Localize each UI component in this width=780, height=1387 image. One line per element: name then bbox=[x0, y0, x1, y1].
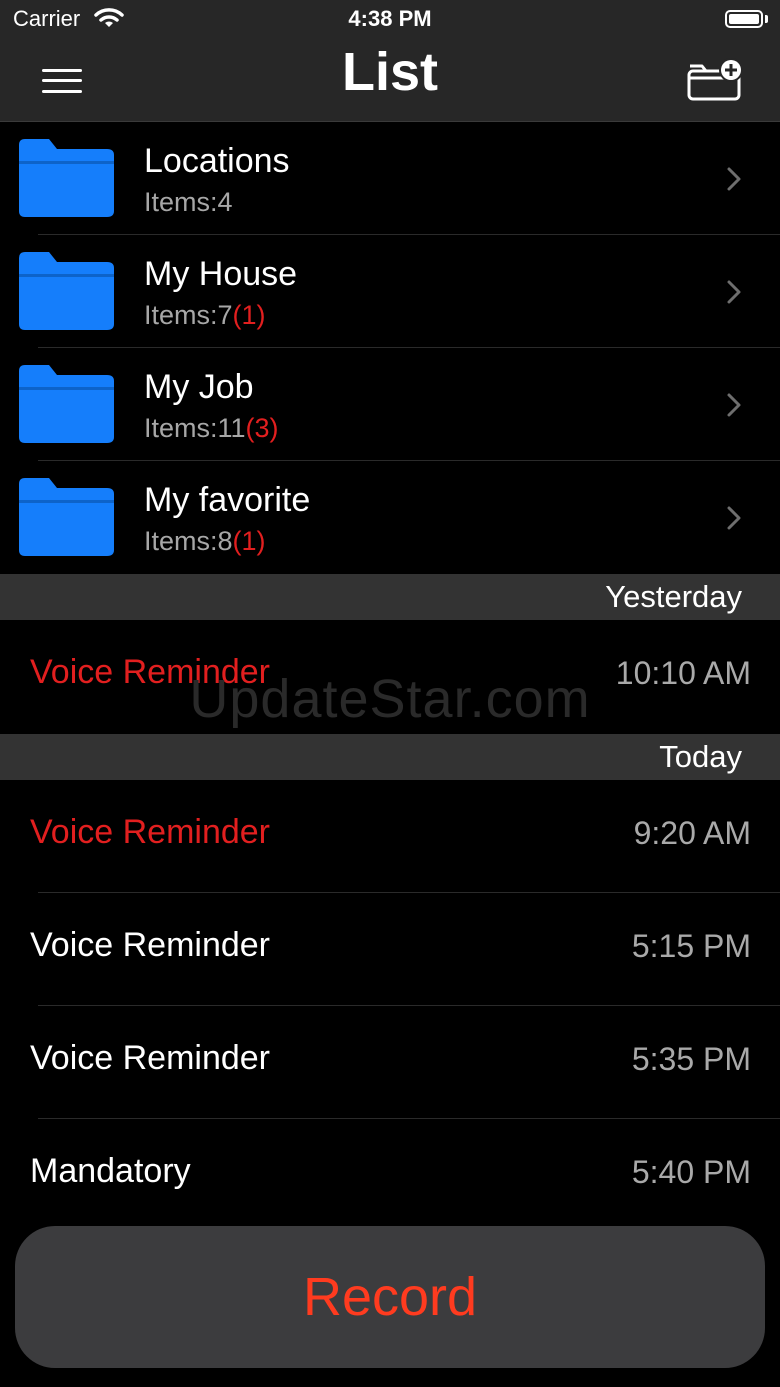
folder-row[interactable]: My favorite Items:8(1) bbox=[0, 461, 780, 574]
status-time: 4:38 PM bbox=[348, 6, 432, 31]
chevron-right-icon bbox=[725, 392, 743, 423]
reminder-time: 10:10 AM bbox=[615, 655, 751, 691]
folder-name: My House bbox=[144, 255, 298, 293]
unread-badge: (1) bbox=[232, 526, 266, 556]
menu-button[interactable] bbox=[40, 66, 86, 96]
reminder-name: Voice Reminder bbox=[30, 1039, 271, 1077]
add-folder-icon bbox=[687, 58, 743, 101]
section-title: Yesterday bbox=[605, 579, 742, 614]
reminder-time: 5:15 PM bbox=[631, 928, 751, 964]
folder-count: Items:7(1) bbox=[144, 300, 266, 330]
page-title: List bbox=[341, 42, 438, 102]
section-header-yesterday: Yesterday bbox=[0, 574, 780, 620]
reminder-name: Voice Reminder bbox=[30, 926, 271, 964]
folder-name: Locations bbox=[144, 142, 290, 180]
reminder-row[interactable]: Voice Reminder 10:10 AM bbox=[0, 620, 780, 733]
reminder-row[interactable]: Voice Reminder 5:15 PM bbox=[0, 893, 780, 1006]
record-button[interactable]: Record bbox=[15, 1226, 765, 1368]
reminder-name: Voice Reminder bbox=[30, 653, 271, 691]
folder-count: Items:4 bbox=[144, 187, 233, 217]
section-title: Today bbox=[659, 739, 742, 774]
add-folder-button[interactable] bbox=[684, 56, 744, 102]
unread-badge: (3) bbox=[245, 413, 279, 443]
reminder-name: Voice Reminder bbox=[30, 813, 271, 851]
folder-name: My Job bbox=[144, 368, 254, 406]
battery-icon bbox=[725, 10, 763, 28]
record-button-label: Record bbox=[302, 1267, 478, 1327]
section-header-today: Today bbox=[0, 734, 780, 780]
folder-list: Locations Items:4 My House Items:7(1) My… bbox=[0, 122, 780, 574]
navigation-bar: List bbox=[0, 40, 780, 122]
reminder-name: Mandatory bbox=[30, 1152, 191, 1190]
folder-icon bbox=[19, 478, 114, 561]
folder-row[interactable]: My Job Items:11(3) bbox=[0, 348, 780, 461]
folder-count: Items:11(3) bbox=[144, 413, 279, 443]
status-bar: Carrier 4:38 PM bbox=[0, 0, 780, 40]
reminder-time: 5:35 PM bbox=[631, 1041, 751, 1077]
chevron-right-icon bbox=[725, 505, 743, 536]
reminder-row[interactable]: Mandatory 5:40 PM bbox=[0, 1119, 780, 1232]
chevron-right-icon bbox=[725, 166, 743, 197]
folder-row[interactable]: Locations Items:4 bbox=[0, 122, 780, 235]
folder-count: Items:8(1) bbox=[144, 526, 266, 556]
folder-icon bbox=[19, 365, 114, 448]
folder-icon bbox=[19, 252, 114, 335]
folder-row[interactable]: My House Items:7(1) bbox=[0, 235, 780, 348]
unread-badge: (1) bbox=[232, 300, 266, 330]
battery-cap bbox=[765, 15, 768, 23]
reminder-time: 5:40 PM bbox=[631, 1154, 751, 1190]
chevron-right-icon bbox=[725, 279, 743, 310]
folder-icon bbox=[19, 139, 114, 222]
folder-name: My favorite bbox=[144, 481, 311, 519]
reminder-row[interactable]: Voice Reminder 5:35 PM bbox=[0, 1006, 780, 1119]
reminder-row[interactable]: Voice Reminder 9:20 AM bbox=[0, 780, 780, 893]
reminder-time: 9:20 AM bbox=[633, 815, 751, 851]
